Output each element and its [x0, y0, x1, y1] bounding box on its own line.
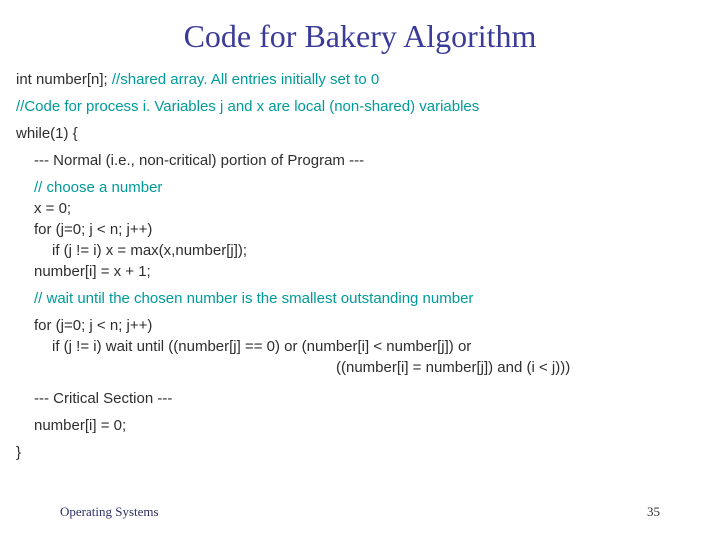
page-number: 35	[647, 504, 660, 520]
code-text: int number[n];	[16, 71, 112, 88]
code-line: --- Critical Section ---	[16, 388, 704, 409]
footer-text: Operating Systems	[60, 504, 159, 520]
code-block: int number[n]; //shared array. All entri…	[0, 69, 720, 463]
code-line: while(1) {	[16, 123, 704, 144]
code-line: number[i] = 0;	[16, 415, 704, 436]
code-line: --- Normal (i.e., non-critical) portion …	[16, 150, 704, 171]
code-line: for (j=0; j < n; j++)	[16, 315, 704, 336]
code-line: if (j != i) wait until ((number[j] == 0)…	[16, 336, 704, 357]
code-line: number[i] = x + 1;	[16, 261, 704, 282]
code-comment: //shared array. All entries initially se…	[112, 71, 379, 88]
code-line: int number[n]; //shared array. All entri…	[16, 69, 704, 90]
code-comment: //Code for process i. Variables j and x …	[16, 96, 704, 117]
code-line: for (j=0; j < n; j++)	[16, 219, 704, 240]
code-line: ((number[i] = number[j]) and (i < j)))	[16, 357, 704, 378]
slide-title: Code for Bakery Algorithm	[0, 0, 720, 69]
code-line: x = 0;	[16, 198, 704, 219]
code-line: }	[16, 442, 704, 463]
code-line: if (j != i) x = max(x,number[j]);	[16, 240, 704, 261]
code-comment: // choose a number	[16, 177, 704, 198]
code-comment: // wait until the chosen number is the s…	[16, 288, 704, 309]
